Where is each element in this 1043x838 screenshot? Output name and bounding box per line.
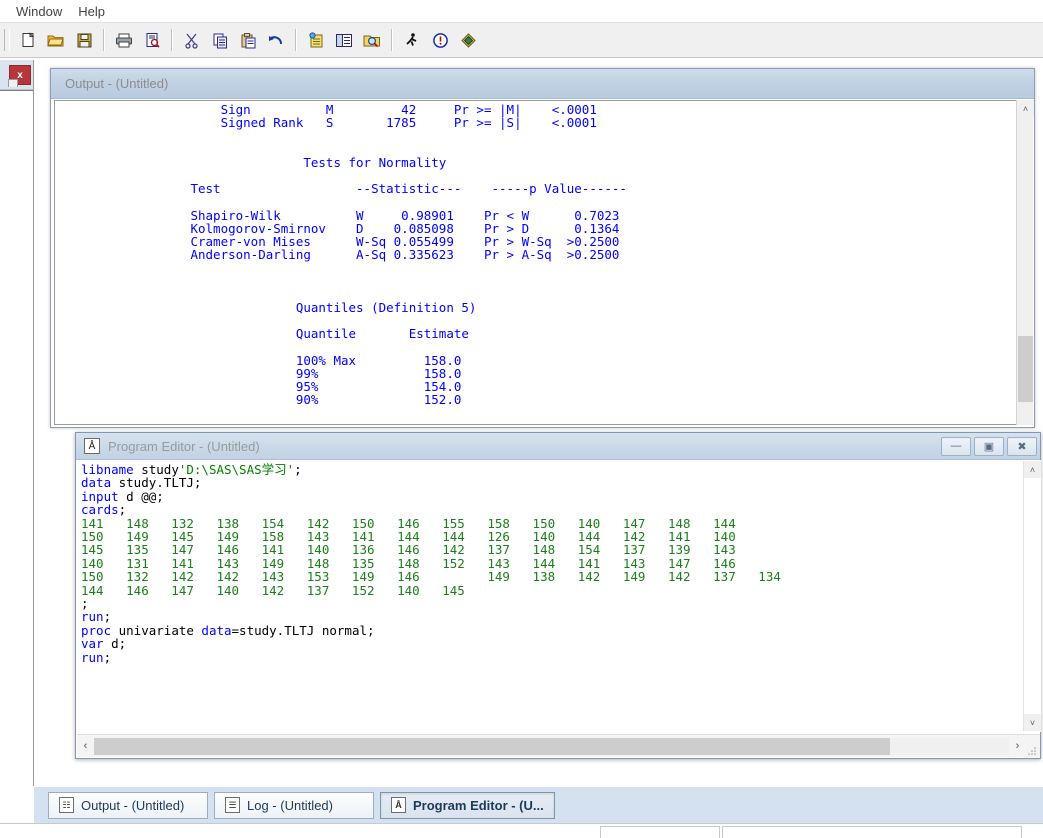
menu-item-window[interactable]: Window [8, 2, 70, 21]
code-line: 141 148 132 138 154 142 150 146 155 158 … [81, 516, 1041, 530]
cut-scissors-icon[interactable] [179, 27, 205, 53]
restore-button[interactable]: ▣ [974, 436, 1004, 456]
code-token: data [201, 622, 232, 638]
menu-item-help[interactable]: Help [70, 2, 113, 21]
help-icon[interactable] [455, 27, 481, 53]
close-button[interactable]: ✖ [1007, 436, 1037, 456]
code-line: cards; [81, 503, 1041, 516]
output-vertical-scrollbar[interactable]: ˄ [1016, 100, 1034, 425]
find-folder-icon[interactable] [359, 27, 385, 53]
toolbar-separator [391, 29, 393, 51]
scroll-left-icon[interactable]: ‹ [77, 736, 94, 757]
save-icon[interactable] [71, 27, 97, 53]
code-line: 150 132 142 142 143 153 149 146 149 138 … [81, 570, 1041, 583]
program-editor-titlebar[interactable]: Å Program Editor - (Untitled) — ▣ ✖ [76, 433, 1040, 460]
clear-all-icon[interactable] [427, 27, 453, 53]
code-line: libname study'D:\SAS\SAS学习'; [81, 463, 1041, 476]
horizontal-scroll-thumb[interactable] [94, 737, 891, 755]
code-token: =study.TLTJ normal; [231, 622, 375, 638]
taskbar-tab-label: Program Editor - (U... [413, 797, 544, 813]
sas-application-window: Window Help x Output - (Untitled) Sign M… [0, 0, 1043, 838]
toolbar-grip[interactable] [4, 29, 10, 51]
scroll-up-icon[interactable]: ˄ [1017, 100, 1034, 117]
code-token: ; [103, 649, 112, 665]
code-line: 150 149 145 149 158 143 141 144 144 126 … [81, 530, 1041, 543]
scroll-down-icon[interactable]: ˅ [1024, 714, 1041, 731]
output-scroll-thumb[interactable] [1018, 336, 1033, 402]
code-token: ; [294, 462, 302, 477]
output-icon: ☷ [59, 797, 74, 813]
taskbar-tab-log[interactable]: ☰ Log - (Untitled) [214, 791, 374, 819]
left-panel-body [0, 79, 33, 786]
output-content: Sign M 42 Pr >= |M| <.0001 Signed Rank S… [190, 102, 627, 408]
output-window-title: Output - (Untitled) [65, 76, 169, 91]
editor-horizontal-scrollbar[interactable]: ‹ › [77, 734, 1040, 757]
panel-tab-stub [8, 79, 18, 87]
code-token: 144 146 147 140 142 137 152 140 145 [81, 582, 465, 598]
program-code: libname study'D:\SAS\SAS学习'; data study.T… [77, 460, 1041, 664]
code-line: run; [81, 610, 1041, 623]
new-icon[interactable] [15, 27, 41, 53]
open-folder-icon[interactable] [43, 27, 69, 53]
program-editor-title: Program Editor - (Untitled) [108, 438, 260, 454]
taskbar-tab-program-editor[interactable]: Å Program Editor - (U... [380, 791, 555, 819]
print-icon[interactable] [111, 27, 137, 53]
toolbar-separator [103, 29, 105, 51]
resize-grip-icon[interactable] [1026, 738, 1040, 755]
output-window-titlebar[interactable]: Output - (Untitled) [51, 69, 1034, 99]
program-editor-icon: Å [84, 438, 100, 454]
code-editor-area[interactable]: libname study'D:\SAS\SAS学习'; data study.T… [77, 460, 1041, 732]
code-token: run [81, 649, 104, 665]
explorer-icon[interactable] [331, 27, 357, 53]
print-preview-icon[interactable] [139, 27, 165, 53]
taskbar-tab-label: Log - (Untitled) [247, 797, 333, 813]
code-line: proc univariate data=study.TLTJ normal; [81, 624, 1041, 637]
horizontal-scroll-track[interactable] [94, 737, 1009, 755]
editor-vertical-scrollbar[interactable]: ˄ ˅ [1023, 461, 1041, 731]
status-cell-left [600, 826, 720, 838]
code-line: ; [81, 597, 1041, 610]
menu-bar: Window Help [0, 0, 1043, 22]
program-editor-icon: Å [391, 797, 406, 813]
code-line: 144 146 147 140 142 137 152 140 145 [81, 582, 1041, 598]
copy-icon[interactable] [207, 27, 233, 53]
left-docked-panel: x [0, 60, 34, 786]
program-editor-window: Å Program Editor - (Untitled) — ▣ ✖ libn… [75, 432, 1041, 759]
output-window: Output - (Untitled) Sign M 42 Pr >= |M| … [50, 68, 1035, 428]
status-bar [0, 823, 1043, 838]
window-taskbar: ☷ Output - (Untitled) ☰ Log - (Untitled)… [34, 786, 1043, 823]
toolbar-separator [171, 29, 173, 51]
status-cell-right [722, 826, 1022, 838]
toolbar [0, 22, 1043, 58]
scroll-right-icon[interactable]: › [1009, 736, 1026, 757]
minimize-button[interactable]: — [941, 436, 971, 456]
scroll-up-icon[interactable]: ˄ [1024, 461, 1041, 478]
new-library-icon[interactable] [303, 27, 329, 53]
code-line: input d @@; [81, 490, 1041, 503]
output-text-area[interactable]: Sign M 42 Pr >= |M| <.0001 Signed Rank S… [54, 100, 1033, 425]
code-line: run; [81, 649, 1041, 665]
undo-arrow-icon[interactable] [263, 27, 289, 53]
toolbar-separator [295, 29, 297, 51]
paste-icon[interactable] [235, 27, 261, 53]
taskbar-tab-label: Output - (Untitled) [81, 797, 185, 813]
code-line: 145 135 147 146 141 140 136 146 142 137 … [81, 543, 1041, 556]
code-line: var d; [81, 637, 1041, 650]
code-line: data study.TLTJ; [81, 476, 1041, 489]
log-icon: ☰ [225, 797, 240, 813]
taskbar-tab-output[interactable]: ☷ Output - (Untitled) [48, 791, 208, 819]
code-line: 140 131 141 143 149 148 135 148 152 143 … [81, 557, 1041, 570]
submit-runner-icon[interactable] [399, 27, 425, 53]
